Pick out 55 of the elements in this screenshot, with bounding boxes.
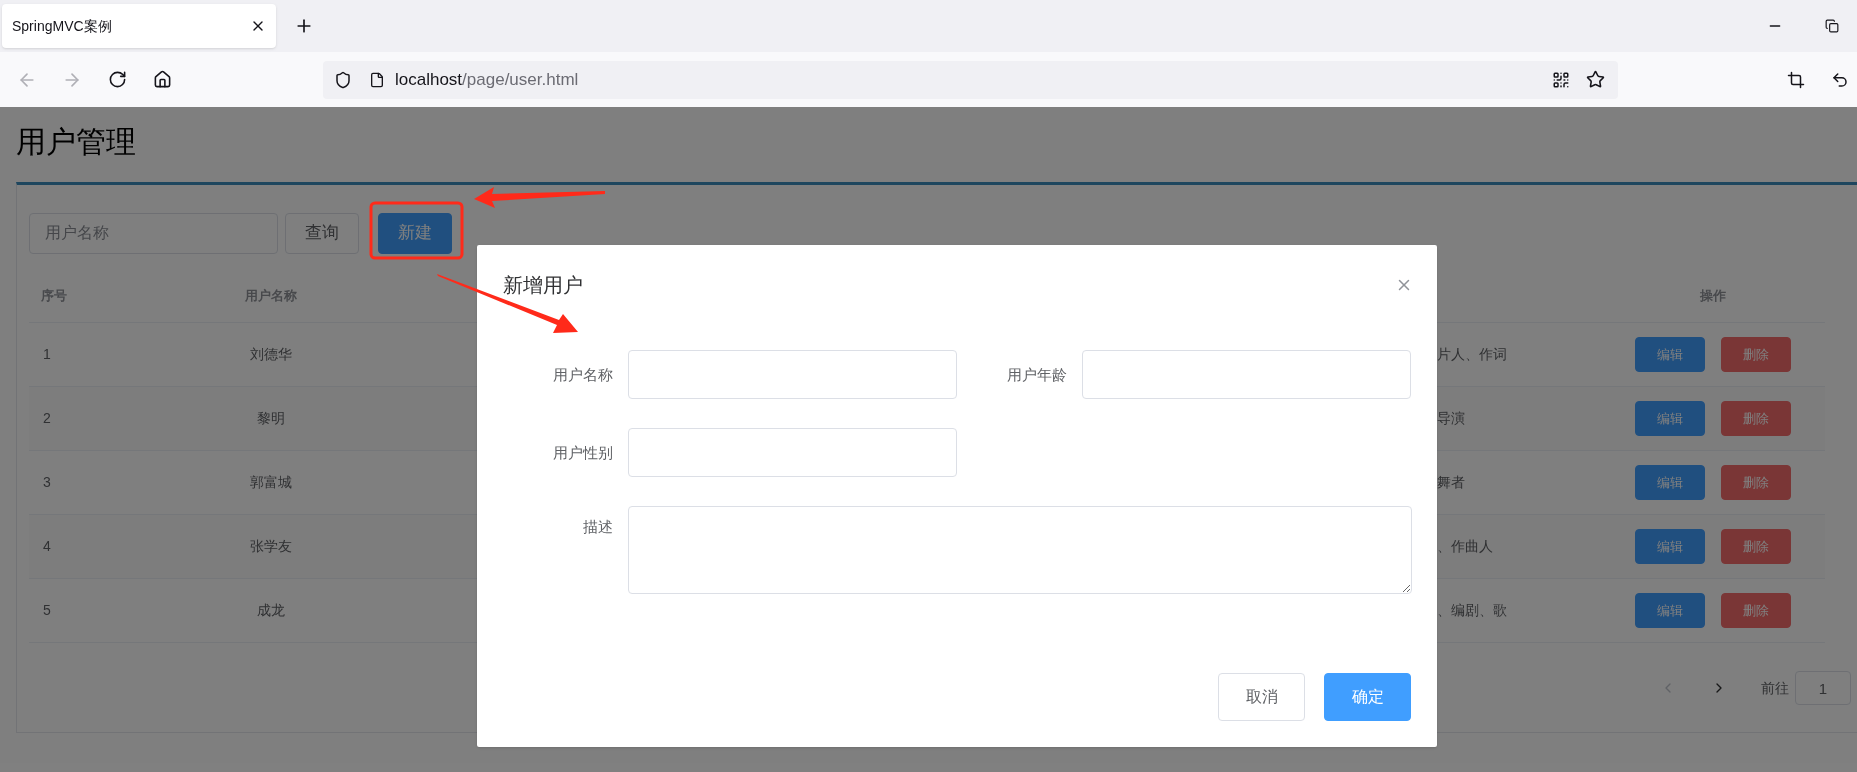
table-cell-text: 3 <box>42 473 52 492</box>
table-cell-text: 成龙 <box>256 601 286 620</box>
table-cell-text: 片人、作词 <box>1437 345 1508 364</box>
edit-button[interactable]: 编辑 <box>1634 593 1705 628</box>
reload-icon[interactable] <box>108 70 127 89</box>
qr-code-icon[interactable] <box>1552 70 1570 89</box>
table-cell-text: 郭富城 <box>249 473 293 492</box>
table-cell-text: 、作曲人 <box>1437 537 1494 556</box>
table-cell-text: 导演 <box>1437 409 1466 428</box>
field-label: 用户名称 <box>552 365 613 385</box>
page-title: 用户管理 <box>16 124 137 160</box>
search-field[interactable]: 用户名称 <box>29 212 278 254</box>
edit-button[interactable]: 编辑 <box>1634 465 1705 500</box>
dialog-title: 新增用户 <box>503 273 583 298</box>
description-field[interactable] <box>628 506 1412 594</box>
table-cell-text: 1 <box>42 345 52 364</box>
table-cell-text: 舞者 <box>1437 473 1466 492</box>
field-label: 用户性别 <box>552 443 613 463</box>
field-label: 描述 <box>582 517 613 537</box>
table-cell-text: 5 <box>42 601 52 620</box>
edit-button[interactable]: 编辑 <box>1634 337 1705 372</box>
jump-label: 前往 <box>1761 678 1789 698</box>
confirm-button[interactable]: 确定 <box>1324 673 1411 721</box>
edit-button[interactable]: 编辑 <box>1634 529 1705 564</box>
delete-button[interactable]: 删除 <box>1720 401 1791 436</box>
input-field[interactable] <box>628 350 957 399</box>
input-field[interactable] <box>628 428 957 477</box>
undo-icon[interactable] <box>1831 70 1849 89</box>
table-cell-text: 黎明 <box>256 409 286 428</box>
tab-title: SpringMVC案例 <box>12 16 112 36</box>
shield-icon[interactable] <box>334 70 352 89</box>
delete-button[interactable]: 删除 <box>1720 593 1791 628</box>
search-button[interactable]: 查询 <box>285 212 359 254</box>
crop-icon[interactable] <box>1787 70 1805 89</box>
table-cell-text: 4 <box>42 537 52 556</box>
cancel-button[interactable]: 取消 <box>1218 673 1305 721</box>
field-label: 用户年龄 <box>1006 365 1067 385</box>
delete-button[interactable]: 删除 <box>1720 529 1791 564</box>
table-cell-text: 张学友 <box>249 537 293 556</box>
restore-icon[interactable] <box>1825 19 1839 33</box>
new-button[interactable]: 新建 <box>378 212 452 254</box>
page-jump-field[interactable]: 1 <box>1795 671 1851 705</box>
input-field[interactable] <box>1082 350 1411 399</box>
table-cell-text: 、编剧、歌 <box>1437 601 1508 620</box>
delete-button[interactable]: 删除 <box>1720 337 1791 372</box>
edit-button[interactable]: 编辑 <box>1634 401 1705 436</box>
delete-button[interactable]: 删除 <box>1720 465 1791 500</box>
page-icon <box>369 71 385 88</box>
home-icon[interactable] <box>153 70 172 89</box>
bookmark-star-icon[interactable] <box>1586 70 1605 89</box>
table-cell-text: 2 <box>42 409 52 428</box>
table-cell-text: 刘德华 <box>249 345 293 364</box>
url-text: localhost/page/user.html <box>395 68 579 91</box>
address-bar[interactable]: localhost/page/user.html <box>323 60 1618 99</box>
browser-tab[interactable]: SpringMVC案例 <box>2 4 276 48</box>
